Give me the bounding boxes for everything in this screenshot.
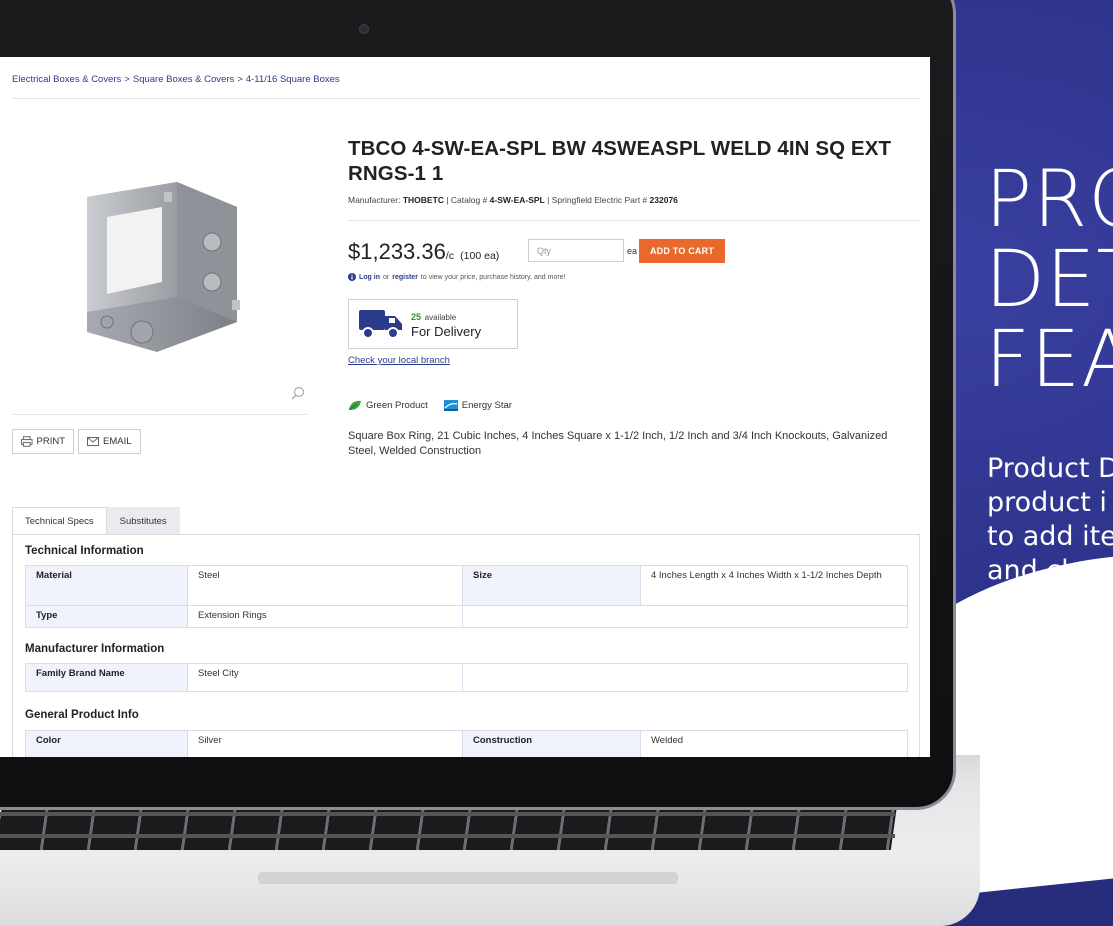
promo-sub-line-1: Product D <box>987 453 1113 484</box>
spec-label: Construction <box>462 730 641 757</box>
printer-icon <box>21 436 33 447</box>
technical-specs-panel: Technical Information Material Steel Siz… <box>12 534 920 757</box>
manufacturer-info-heading: Manufacturer Information <box>25 643 165 655</box>
part-value: 232076 <box>649 195 678 205</box>
meta-divider: | <box>547 195 550 205</box>
login-rest: to view your price, purchase history, an… <box>420 273 566 281</box>
divider <box>348 220 920 221</box>
table-row: Material Steel Size 4 Inches Length x 4 … <box>25 565 908 606</box>
keyboard-row-divider <box>0 812 895 816</box>
print-button[interactable]: PRINT <box>12 429 74 454</box>
tab-substitutes[interactable]: Substitutes <box>106 507 180 534</box>
catalog-value: 4-SW-EA-SPL <box>489 195 545 205</box>
spec-label: Color <box>25 730 188 757</box>
quantity-unit: ea <box>627 246 638 256</box>
spec-label: Material <box>25 565 188 606</box>
email-button[interactable]: EMAIL <box>78 429 141 454</box>
promo-sub-line-2: product i <box>987 487 1107 518</box>
spec-value: Steel <box>187 565 463 606</box>
availability-row: 25 available <box>411 309 481 325</box>
email-label: EMAIL <box>103 436 132 447</box>
table-row: Type Extension Rings <box>25 605 908 628</box>
technical-info-heading: Technical Information <box>25 545 144 557</box>
breadcrumb-electrical-boxes[interactable]: Electrical Boxes & Covers <box>12 74 121 85</box>
promo-sub-line-3: to add ite <box>987 521 1113 552</box>
product-description: Square Box Ring, 21 Cubic Inches, 4 Inch… <box>348 430 888 457</box>
leaf-icon <box>348 400 361 411</box>
product-meta: Manufacturer: THOBETC | Catalog # 4-SW-E… <box>348 195 678 205</box>
webcam-icon <box>359 24 369 34</box>
spec-label: Family Brand Name <box>25 663 188 692</box>
spec-value: Welded <box>640 730 908 757</box>
login-or: or <box>383 273 390 281</box>
breadcrumb-separator: > <box>124 74 130 85</box>
breadcrumb-square-boxes[interactable]: Square Boxes & Covers <box>133 74 234 85</box>
price-unit: /c <box>445 250 455 262</box>
print-label: PRINT <box>36 436 66 447</box>
spec-label: Type <box>25 605 188 628</box>
check-local-branch-link[interactable]: Check your local branch <box>348 355 450 366</box>
quantity-input[interactable] <box>528 239 624 262</box>
empty-cell <box>462 663 908 692</box>
available-word: available <box>424 313 457 322</box>
energy-star-badge: Energy Star <box>461 400 512 411</box>
keyboard-row-divider <box>0 834 895 838</box>
available-count: 25 <box>411 312 422 322</box>
promo-heading-line-2: DET <box>985 235 1113 325</box>
tab-technical-specs[interactable]: Technical Specs <box>12 507 107 534</box>
product-price: $1,233.36/c (100 ea) <box>348 239 499 265</box>
promo-heading-line-3: FEA <box>985 315 1113 405</box>
login-link[interactable]: Log in <box>359 274 380 281</box>
spec-label: Size <box>462 565 641 606</box>
product-badges: Green Product Energy Star <box>348 400 512 411</box>
delivery-text: 25 available For Delivery <box>411 309 481 339</box>
product-title: TBCO 4-SW-EA-SPL BW 4SWEASPL WELD 4IN SQ… <box>348 137 892 185</box>
technical-info-table: Material Steel Size 4 Inches Length x 4 … <box>25 565 908 628</box>
part-label: Springfield Electric Part # <box>551 195 648 205</box>
login-note: Log in or register to view your price, p… <box>348 273 566 281</box>
promo-subtext: Product D product i to add ite and chec <box>987 452 1113 588</box>
energy-star-icon <box>443 400 458 411</box>
delivery-availability: 25 available For Delivery <box>348 299 518 349</box>
product-tabs: Technical Specs Substitutes <box>12 507 180 534</box>
product-detail-page: Electrical Boxes & Covers > Square Boxes &… <box>12 57 920 757</box>
green-product-badge: Green Product <box>366 400 428 411</box>
promo-heading: PRO DET FEA <box>985 160 1113 400</box>
magnifier-icon[interactable] <box>291 386 305 400</box>
spec-value: Extension Rings <box>187 605 463 628</box>
spec-value: Silver <box>187 730 463 757</box>
register-link[interactable]: register <box>392 274 418 281</box>
manufacturer-value: THOBETC <box>402 195 444 205</box>
add-to-cart-button[interactable]: ADD TO CART <box>639 239 725 263</box>
laptop-trackpad-edge <box>258 872 678 884</box>
divider <box>12 414 308 415</box>
divider <box>12 98 920 99</box>
info-icon <box>348 273 356 281</box>
table-row: Color Silver Construction Welded <box>25 730 908 757</box>
product-image[interactable] <box>62 172 267 362</box>
empty-cell <box>462 605 908 628</box>
manufacturer-info-table: Family Brand Name Steel City <box>25 663 908 692</box>
meta-divider: | <box>446 195 449 205</box>
breadcrumb: Electrical Boxes & Covers > Square Boxes &… <box>12 74 340 85</box>
delivery-label: For Delivery <box>411 324 482 339</box>
manufacturer-label: Manufacturer: <box>348 195 401 205</box>
spec-value: 4 Inches Length x 4 Inches Width x 1-1/2… <box>640 565 908 606</box>
promo-heading-line-1: PRO <box>985 155 1113 245</box>
promo-sub-line-4: and chec <box>987 555 1110 586</box>
breadcrumb-separator: > <box>237 74 243 85</box>
price-value: $1,233.36 <box>348 239 446 264</box>
delivery-truck-icon <box>359 310 402 339</box>
breadcrumb-4-11-16-boxes[interactable]: 4-11/16 Square Boxes <box>246 74 340 85</box>
catalog-label: Catalog # <box>450 195 488 205</box>
price-quantity: (100 ea) <box>460 250 500 262</box>
laptop-screen: Electrical Boxes & Covers > Square Boxes &… <box>0 57 930 757</box>
general-info-heading: General Product Info <box>25 709 139 721</box>
general-info-table: Color Silver Construction Welded <box>25 730 908 757</box>
envelope-icon <box>87 437 99 446</box>
table-row: Family Brand Name Steel City <box>25 663 908 692</box>
spec-value: Steel City <box>187 663 463 692</box>
